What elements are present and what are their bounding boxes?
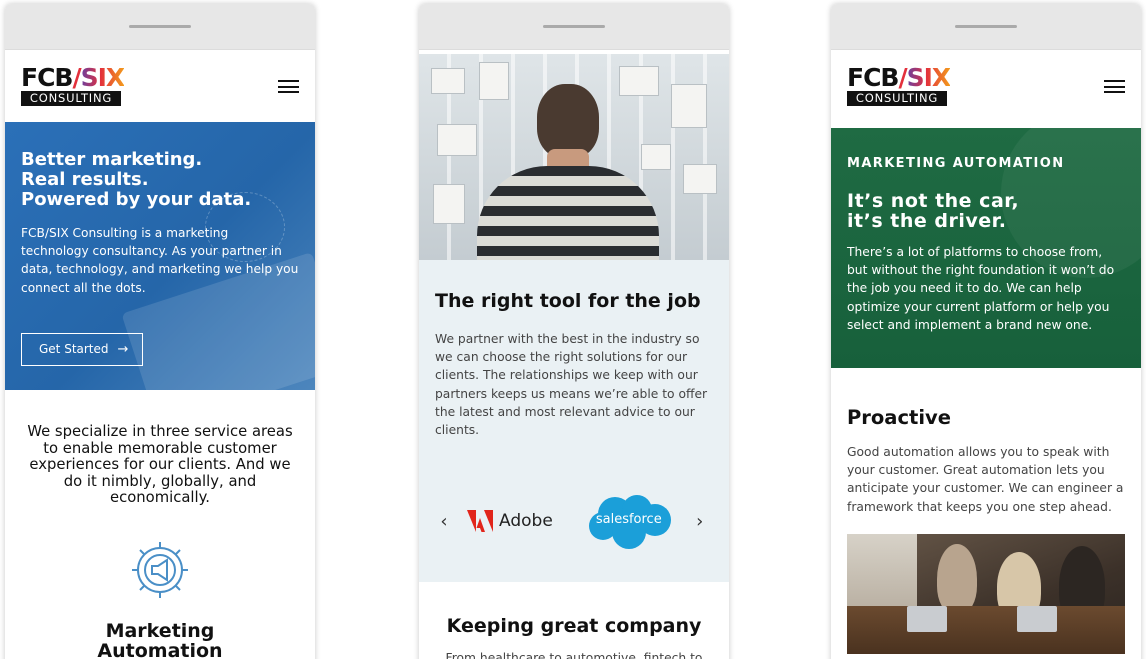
service-title-line: Marketing bbox=[105, 619, 215, 642]
adobe-mark-icon bbox=[467, 510, 493, 533]
speaker-slot bbox=[543, 25, 605, 28]
company-section: Keeping great company From healthcare to… bbox=[419, 582, 729, 659]
logo-fcb: FCB bbox=[847, 63, 899, 92]
hero-section: Better marketing. Real results. Powered … bbox=[5, 122, 315, 390]
salesforce-wordmark: salesforce bbox=[595, 512, 662, 528]
chevron-right-icon[interactable]: › bbox=[691, 511, 709, 532]
phone-mockup-marketing-automation: FCB / SIX CONSULTING MARKETING AUTOMATION … bbox=[831, 4, 1141, 659]
company-title: Keeping great company bbox=[446, 615, 702, 637]
intro-text: We specialize in three service areas to … bbox=[27, 423, 293, 507]
hero-headline: Better marketing. Real results. Powered … bbox=[21, 150, 299, 210]
menu-icon[interactable] bbox=[1104, 80, 1125, 93]
phone-top-bezel bbox=[831, 4, 1141, 50]
proactive-title: Proactive bbox=[847, 406, 951, 429]
service-title: Marketing Automation bbox=[5, 621, 315, 659]
right-tool-section: The right tool for the job We partner wi… bbox=[419, 260, 729, 582]
hero-headline: It’s not the car, it’s the driver. bbox=[847, 191, 1125, 231]
logo-slash: / bbox=[898, 63, 907, 92]
get-started-button[interactable]: Get Started → bbox=[21, 332, 143, 366]
arrow-right-icon: → bbox=[117, 341, 129, 357]
logo-fcb: FCB bbox=[21, 63, 73, 92]
logo-wordmark: FCB / SIX bbox=[21, 63, 125, 92]
automation-hero: MARKETING AUTOMATION It’s not the car, i… bbox=[831, 128, 1141, 368]
headline-line: it’s the driver. bbox=[847, 210, 1007, 232]
phone-top-bezel bbox=[419, 4, 729, 50]
logo-wordmark: FCB / SIX bbox=[847, 63, 951, 92]
logo-consulting: CONSULTING bbox=[847, 91, 947, 106]
company-body: From healthcare to automotive, fintech t… bbox=[445, 651, 703, 659]
logo-six: SIX bbox=[906, 63, 952, 92]
logo-consulting: CONSULTING bbox=[21, 91, 121, 106]
fcbsix-logo[interactable]: FCB / SIX CONSULTING bbox=[847, 63, 951, 106]
menu-icon[interactable] bbox=[278, 80, 299, 93]
adobe-wordmark: Adobe bbox=[499, 511, 553, 532]
headline-line: It’s not the car, bbox=[847, 190, 1020, 212]
chevron-left-icon[interactable]: ‹ bbox=[435, 511, 453, 532]
headline-line: Better marketing. bbox=[21, 149, 203, 170]
proactive-section: Proactive Good automation allows you to … bbox=[831, 368, 1141, 516]
partner-carousel: ‹ Adobe salesforce › bbox=[435, 491, 713, 551]
phone-mockup-home: FCB / SIX CONSULTING Better marketing. Rea… bbox=[5, 4, 315, 659]
phone-mockup-partners: The right tool for the job We partner wi… bbox=[419, 4, 729, 659]
logo-slash: / bbox=[72, 63, 81, 92]
section-title: The right tool for the job bbox=[435, 290, 701, 312]
team-meeting-photo bbox=[847, 533, 1125, 654]
get-started-label: Get Started bbox=[39, 342, 109, 357]
speaker-slot bbox=[955, 25, 1017, 28]
hero-eyebrow: MARKETING AUTOMATION bbox=[847, 156, 1065, 171]
headline-line: Powered by your data. bbox=[21, 189, 252, 210]
man-at-board-photo bbox=[419, 54, 729, 260]
section-body: We partner with the best in the industry… bbox=[435, 332, 708, 438]
proactive-body: Good automation allows you to speak with… bbox=[847, 445, 1124, 514]
app-header: FCB / SIX CONSULTING bbox=[831, 50, 1141, 122]
hero-body: There’s a lot of platforms to choose fro… bbox=[847, 245, 1115, 332]
hero-body: FCB/SIX Consulting is a marketing techno… bbox=[21, 226, 299, 295]
salesforce-logo: salesforce bbox=[585, 492, 673, 550]
adobe-logo: Adobe bbox=[467, 510, 553, 533]
mockup-stage: FCB / SIX CONSULTING Better marketing. Rea… bbox=[0, 0, 1146, 659]
phone-top-bezel bbox=[5, 4, 315, 50]
app-header: FCB / SIX CONSULTING bbox=[5, 50, 315, 122]
headline-line: Real results. bbox=[21, 169, 149, 190]
megaphone-gear-icon bbox=[127, 537, 193, 603]
fcbsix-logo[interactable]: FCB / SIX CONSULTING bbox=[21, 63, 125, 106]
speaker-slot bbox=[129, 25, 191, 28]
logo-six: SIX bbox=[80, 63, 126, 92]
service-title-line: Automation bbox=[97, 639, 223, 659]
